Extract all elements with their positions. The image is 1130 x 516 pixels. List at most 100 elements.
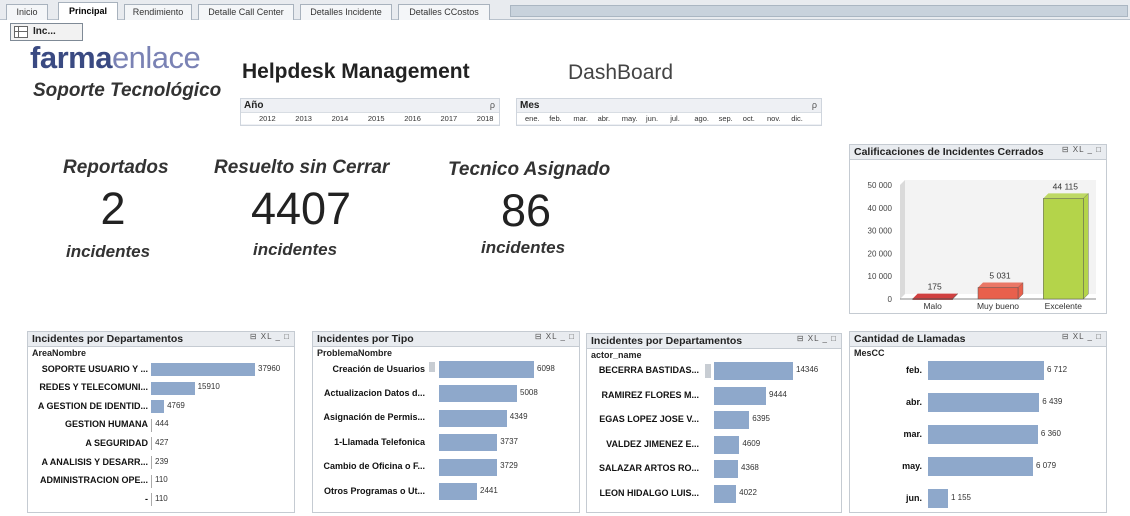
rating-bar [977,287,1019,300]
bar[interactable] [439,458,498,476]
actor-scrollbar[interactable] [705,362,711,510]
bar[interactable] [714,484,737,503]
month-option[interactable]: ene. [525,114,540,123]
bar-value: 2441 [480,485,498,495]
tipo-scrollbar[interactable] [429,362,435,512]
actor-scroll-thumb[interactable] [705,364,711,378]
month-option[interactable]: jul. [670,114,680,123]
y-tick-label: 10 000 [868,272,893,281]
bar-value-label: 44 115 [1053,181,1079,191]
bar-value: 9444 [769,389,787,399]
bar[interactable] [151,493,152,507]
kpi-reportados-title: Reportados [63,157,169,178]
tipo-dimension: ProblemaNombre [317,348,393,358]
bar[interactable] [714,460,739,478]
year-option[interactable]: 2018 [477,114,494,123]
bar[interactable] [151,418,152,432]
bar-value: 6 439 [1042,396,1063,406]
month-option[interactable]: sep. [719,114,733,123]
llamadas-panel: Cantidad de Llamadas ⊟ XL _ □ MesCC feb.… [849,331,1107,513]
bar-side-2 [1083,192,1089,300]
bar[interactable] [151,456,152,469]
row-label: ADMINISTRACION OPE... [39,475,148,486]
month-option[interactable]: mar. [573,114,588,123]
bar[interactable] [151,363,255,376]
row-label: A ANALISIS Y DESARR... [41,456,148,467]
bar[interactable] [439,483,478,500]
year-option[interactable]: 2014 [332,114,349,123]
month-option[interactable]: dic. [791,114,803,123]
inc-button[interactable]: Inc... [10,23,83,41]
row-label: may. [902,460,922,471]
bar-top-0 [912,293,958,299]
month-filter[interactable]: Mes ρ ene. feb. mar. abr. may. jun. jul. ago. se… [516,98,822,126]
bar-value: 239 [155,456,169,466]
panel-tools[interactable]: ⊟ XL _ □ [1062,145,1102,154]
page-subtitle: DashBoard [568,61,674,84]
row-label: Asignación de Permis... [323,412,425,423]
bar[interactable] [714,435,740,454]
panel-tools[interactable]: ⊟ XL _ □ [1062,332,1102,341]
panel-tools[interactable]: ⊟ XL _ □ [797,334,837,343]
year-option[interactable]: 2012 [259,114,276,123]
y-tick-label: 20 000 [868,249,893,258]
kpi-resuelto-title: Resuelto sin Cerrar [214,157,390,178]
row-label: SOPORTE USUARIO Y ... [41,363,148,374]
bar[interactable] [714,386,766,405]
bar-value: 1 155 [950,492,971,502]
bar[interactable] [714,411,750,429]
bar-value: 6098 [537,363,555,373]
year-search-icon[interactable]: ρ [490,100,495,110]
bar[interactable] [151,437,152,451]
bar-value: 37960 [258,363,281,373]
bar[interactable] [439,361,534,378]
bar[interactable] [439,385,518,403]
bar-value: 3737 [500,436,518,446]
month-option[interactable]: jun. [646,114,658,123]
bar[interactable] [928,457,1034,476]
month-option[interactable]: feb. [549,114,562,123]
year-filter-label: Año [244,100,264,111]
kpi-resuelto-unit: incidentes [253,240,338,259]
bar[interactable] [151,400,165,414]
bar[interactable] [439,409,507,427]
month-option[interactable]: may. [622,114,638,123]
bar-value: 6395 [752,414,770,423]
bar[interactable] [928,489,948,508]
row-label: feb. [905,364,922,375]
panel-tools[interactable]: ⊟ XL _ □ [535,332,575,341]
bar[interactable] [928,361,1044,380]
year-option[interactable]: 2015 [368,114,385,123]
tab-rendimiento[interactable]: Rendimiento [124,4,192,20]
bar[interactable] [151,474,152,488]
panel-tools[interactable]: ⊟ XL _ □ [250,332,290,341]
row-label: Actualizacion Datos d... [323,387,425,398]
year-filter[interactable]: Año ρ 2012 2013 2014 2015 2016 2017 2018 [240,98,500,126]
year-option[interactable]: 2016 [404,114,421,123]
tab-detalles-incidente[interactable]: Detalles Incidente [300,4,392,20]
month-search-icon[interactable]: ρ [812,100,817,110]
tab-inicio[interactable]: Inicio [6,4,48,20]
kpi-reportados-unit: incidentes [66,242,151,261]
tab-principal[interactable]: Principal [58,2,118,20]
year-option[interactable]: 2017 [441,114,458,123]
year-option[interactable]: 2013 [295,114,312,123]
llamadas-dimension: MesCC [854,348,885,358]
month-option[interactable]: ago. [694,114,709,123]
month-option[interactable]: nov. [767,114,781,123]
tab-detalle-call-center[interactable]: Detalle Call Center [198,4,294,20]
farmaenlace-logo: farmaenlace [30,42,201,74]
kpi-tecnico-unit: incidentes [481,238,566,257]
bar[interactable] [714,362,793,380]
bar[interactable] [439,434,498,452]
bar[interactable] [151,381,195,395]
x-tick-label: Malo [923,301,942,311]
month-option[interactable]: oct. [743,114,755,123]
bar[interactable] [928,393,1040,412]
ratings-chart-panel: Calificaciones de Incidentes Cerrados ⊟ … [849,144,1107,314]
tab-bar-filler [510,5,1128,17]
tab-detalles-ccostos[interactable]: Detalles CCostos [398,4,490,20]
bar[interactable] [928,425,1038,444]
month-option[interactable]: abr. [598,114,611,123]
tipo-scroll-thumb[interactable] [429,362,435,372]
